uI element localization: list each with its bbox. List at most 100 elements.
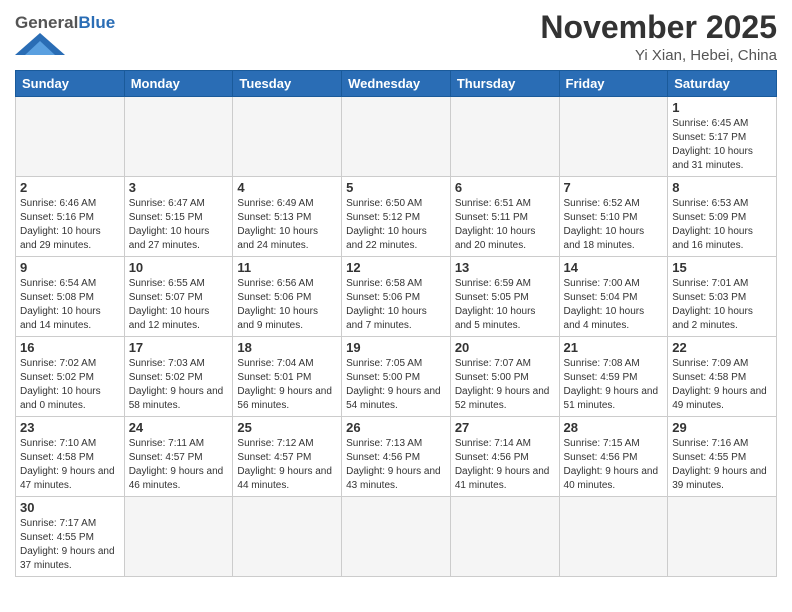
- day-info: Sunrise: 7:16 AM Sunset: 4:55 PM Dayligh…: [672, 437, 772, 493]
- day-number: 12: [346, 260, 446, 275]
- table-row: [342, 497, 451, 577]
- day-number: 5: [346, 180, 446, 195]
- day-info: Sunrise: 7:01 AM Sunset: 5:03 PM Dayligh…: [672, 277, 772, 333]
- table-row: 27 Sunrise: 7:14 AM Sunset: 4:56 PM Dayli…: [450, 417, 559, 497]
- table-row: [124, 497, 233, 577]
- table-row: 25 Sunrise: 7:12 AM Sunset: 4:57 PM Dayli…: [233, 417, 342, 497]
- day-info: Sunrise: 6:55 AM Sunset: 5:07 PM Dayligh…: [129, 277, 229, 333]
- day-info: Sunrise: 7:17 AM Sunset: 4:55 PM Dayligh…: [20, 517, 120, 573]
- table-row: 21Sunrise: 7:08 AM Sunset: 4:59 PM Dayli…: [559, 337, 668, 417]
- day-number: 30: [20, 500, 120, 515]
- table-row: [16, 97, 125, 177]
- col-saturday: Saturday: [668, 71, 777, 97]
- day-number: 22: [672, 340, 772, 355]
- day-number: 6: [455, 180, 555, 195]
- day-info: Sunrise: 7:05 AM Sunset: 5:00 PM Dayligh…: [346, 357, 446, 413]
- col-friday: Friday: [559, 71, 668, 97]
- page: GeneralBlue November 2025 Yi Xian, Hebei…: [0, 0, 792, 612]
- table-row: 10 Sunrise: 6:55 AM Sunset: 5:07 PM Dayli…: [124, 257, 233, 337]
- day-info: Sunrise: 6:51 AM Sunset: 5:11 PM Dayligh…: [455, 197, 555, 253]
- table-row: [668, 497, 777, 577]
- day-info: Sunrise: 7:14 AM Sunset: 4:56 PM Dayligh…: [455, 437, 555, 493]
- logo-icon: [15, 33, 65, 55]
- table-row: 28Sunrise: 7:15 AM Sunset: 4:56 PM Dayli…: [559, 417, 668, 497]
- day-info: Sunrise: 7:10 AM Sunset: 4:58 PM Dayligh…: [20, 437, 120, 493]
- table-row: 3Sunrise: 6:47 AM Sunset: 5:15 PM Daylig…: [124, 177, 233, 257]
- table-row: [450, 97, 559, 177]
- calendar-table: Sunday Monday Tuesday Wednesday Thursday…: [15, 70, 777, 577]
- day-info: Sunrise: 7:12 AM Sunset: 4:57 PM Dayligh…: [237, 437, 337, 493]
- day-info: Sunrise: 6:58 AM Sunset: 5:06 PM Dayligh…: [346, 277, 446, 333]
- day-info: Sunrise: 7:15 AM Sunset: 4:56 PM Dayligh…: [564, 437, 664, 493]
- day-number: 10: [129, 260, 229, 275]
- table-row: 29 Sunrise: 7:16 AM Sunset: 4:55 PM Dayli…: [668, 417, 777, 497]
- day-info: Sunrise: 6:54 AM Sunset: 5:08 PM Dayligh…: [20, 277, 120, 333]
- col-monday: Monday: [124, 71, 233, 97]
- table-row: [233, 497, 342, 577]
- table-row: 4 Sunrise: 6:49 AM Sunset: 5:13 PM Daylig…: [233, 177, 342, 257]
- location: Yi Xian, Hebei, China: [540, 47, 777, 64]
- table-row: 9 Sunrise: 6:54 AM Sunset: 5:08 PM Daylig…: [16, 257, 125, 337]
- day-info: Sunrise: 7:00 AM Sunset: 5:04 PM Dayligh…: [564, 277, 664, 333]
- table-row: 13 Sunrise: 6:59 AM Sunset: 5:05 PM Dayli…: [450, 257, 559, 337]
- day-info: Sunrise: 6:45 AM Sunset: 5:17 PM Dayligh…: [672, 117, 772, 173]
- table-row: 22Sunrise: 7:09 AM Sunset: 4:58 PM Dayli…: [668, 337, 777, 417]
- day-info: Sunrise: 7:08 AM Sunset: 4:59 PM Dayligh…: [564, 357, 664, 413]
- table-row: 26Sunrise: 7:13 AM Sunset: 4:56 PM Dayli…: [342, 417, 451, 497]
- day-info: Sunrise: 6:52 AM Sunset: 5:10 PM Dayligh…: [564, 197, 664, 253]
- day-info: Sunrise: 6:59 AM Sunset: 5:05 PM Dayligh…: [455, 277, 555, 333]
- table-row: [342, 97, 451, 177]
- day-info: Sunrise: 6:49 AM Sunset: 5:13 PM Dayligh…: [237, 197, 337, 253]
- logo: GeneralBlue: [15, 14, 115, 60]
- day-number: 13: [455, 260, 555, 275]
- day-number: 3: [129, 180, 229, 195]
- day-number: 24: [129, 420, 229, 435]
- table-row: 12 Sunrise: 6:58 AM Sunset: 5:06 PM Dayli…: [342, 257, 451, 337]
- table-row: 20Sunrise: 7:07 AM Sunset: 5:00 PM Dayli…: [450, 337, 559, 417]
- table-row: 8 Sunrise: 6:53 AM Sunset: 5:09 PM Daylig…: [668, 177, 777, 257]
- month-title: November 2025: [540, 10, 777, 45]
- day-number: 29: [672, 420, 772, 435]
- day-number: 25: [237, 420, 337, 435]
- table-row: [559, 497, 668, 577]
- day-number: 17: [129, 340, 229, 355]
- day-info: Sunrise: 6:53 AM Sunset: 5:09 PM Dayligh…: [672, 197, 772, 253]
- day-number: 2: [20, 180, 120, 195]
- day-info: Sunrise: 6:56 AM Sunset: 5:06 PM Dayligh…: [237, 277, 337, 333]
- col-thursday: Thursday: [450, 71, 559, 97]
- table-row: 24 Sunrise: 7:11 AM Sunset: 4:57 PM Dayli…: [124, 417, 233, 497]
- day-number: 7: [564, 180, 664, 195]
- table-row: 17 Sunrise: 7:03 AM Sunset: 5:02 PM Dayli…: [124, 337, 233, 417]
- table-row: 2Sunrise: 6:46 AM Sunset: 5:16 PM Daylig…: [16, 177, 125, 257]
- table-row: 5 Sunrise: 6:50 AM Sunset: 5:12 PM Daylig…: [342, 177, 451, 257]
- day-number: 8: [672, 180, 772, 195]
- day-info: Sunrise: 7:02 AM Sunset: 5:02 PM Dayligh…: [20, 357, 120, 413]
- calendar-header-row: Sunday Monday Tuesday Wednesday Thursday…: [16, 71, 777, 97]
- day-number: 1: [672, 100, 772, 115]
- day-number: 23: [20, 420, 120, 435]
- day-number: 16: [20, 340, 120, 355]
- day-info: Sunrise: 7:03 AM Sunset: 5:02 PM Dayligh…: [129, 357, 229, 413]
- table-row: 30 Sunrise: 7:17 AM Sunset: 4:55 PM Dayli…: [16, 497, 125, 577]
- table-row: [124, 97, 233, 177]
- day-number: 27: [455, 420, 555, 435]
- title-block: November 2025 Yi Xian, Hebei, China: [540, 10, 777, 64]
- table-row: [559, 97, 668, 177]
- table-row: 6 Sunrise: 6:51 AM Sunset: 5:11 PM Daylig…: [450, 177, 559, 257]
- table-row: [233, 97, 342, 177]
- day-number: 15: [672, 260, 772, 275]
- day-number: 14: [564, 260, 664, 275]
- day-info: Sunrise: 6:50 AM Sunset: 5:12 PM Dayligh…: [346, 197, 446, 253]
- day-info: Sunrise: 7:11 AM Sunset: 4:57 PM Dayligh…: [129, 437, 229, 493]
- logo-text: GeneralBlue: [15, 14, 115, 33]
- table-row: 16 Sunrise: 7:02 AM Sunset: 5:02 PM Dayli…: [16, 337, 125, 417]
- table-row: 15 Sunrise: 7:01 AM Sunset: 5:03 PM Dayli…: [668, 257, 777, 337]
- day-number: 19: [346, 340, 446, 355]
- day-number: 4: [237, 180, 337, 195]
- table-row: 18Sunrise: 7:04 AM Sunset: 5:01 PM Dayli…: [233, 337, 342, 417]
- table-row: 14 Sunrise: 7:00 AM Sunset: 5:04 PM Dayli…: [559, 257, 668, 337]
- day-info: Sunrise: 7:04 AM Sunset: 5:01 PM Dayligh…: [237, 357, 337, 413]
- day-number: 9: [20, 260, 120, 275]
- day-info: Sunrise: 7:07 AM Sunset: 5:00 PM Dayligh…: [455, 357, 555, 413]
- table-row: 23 Sunrise: 7:10 AM Sunset: 4:58 PM Dayli…: [16, 417, 125, 497]
